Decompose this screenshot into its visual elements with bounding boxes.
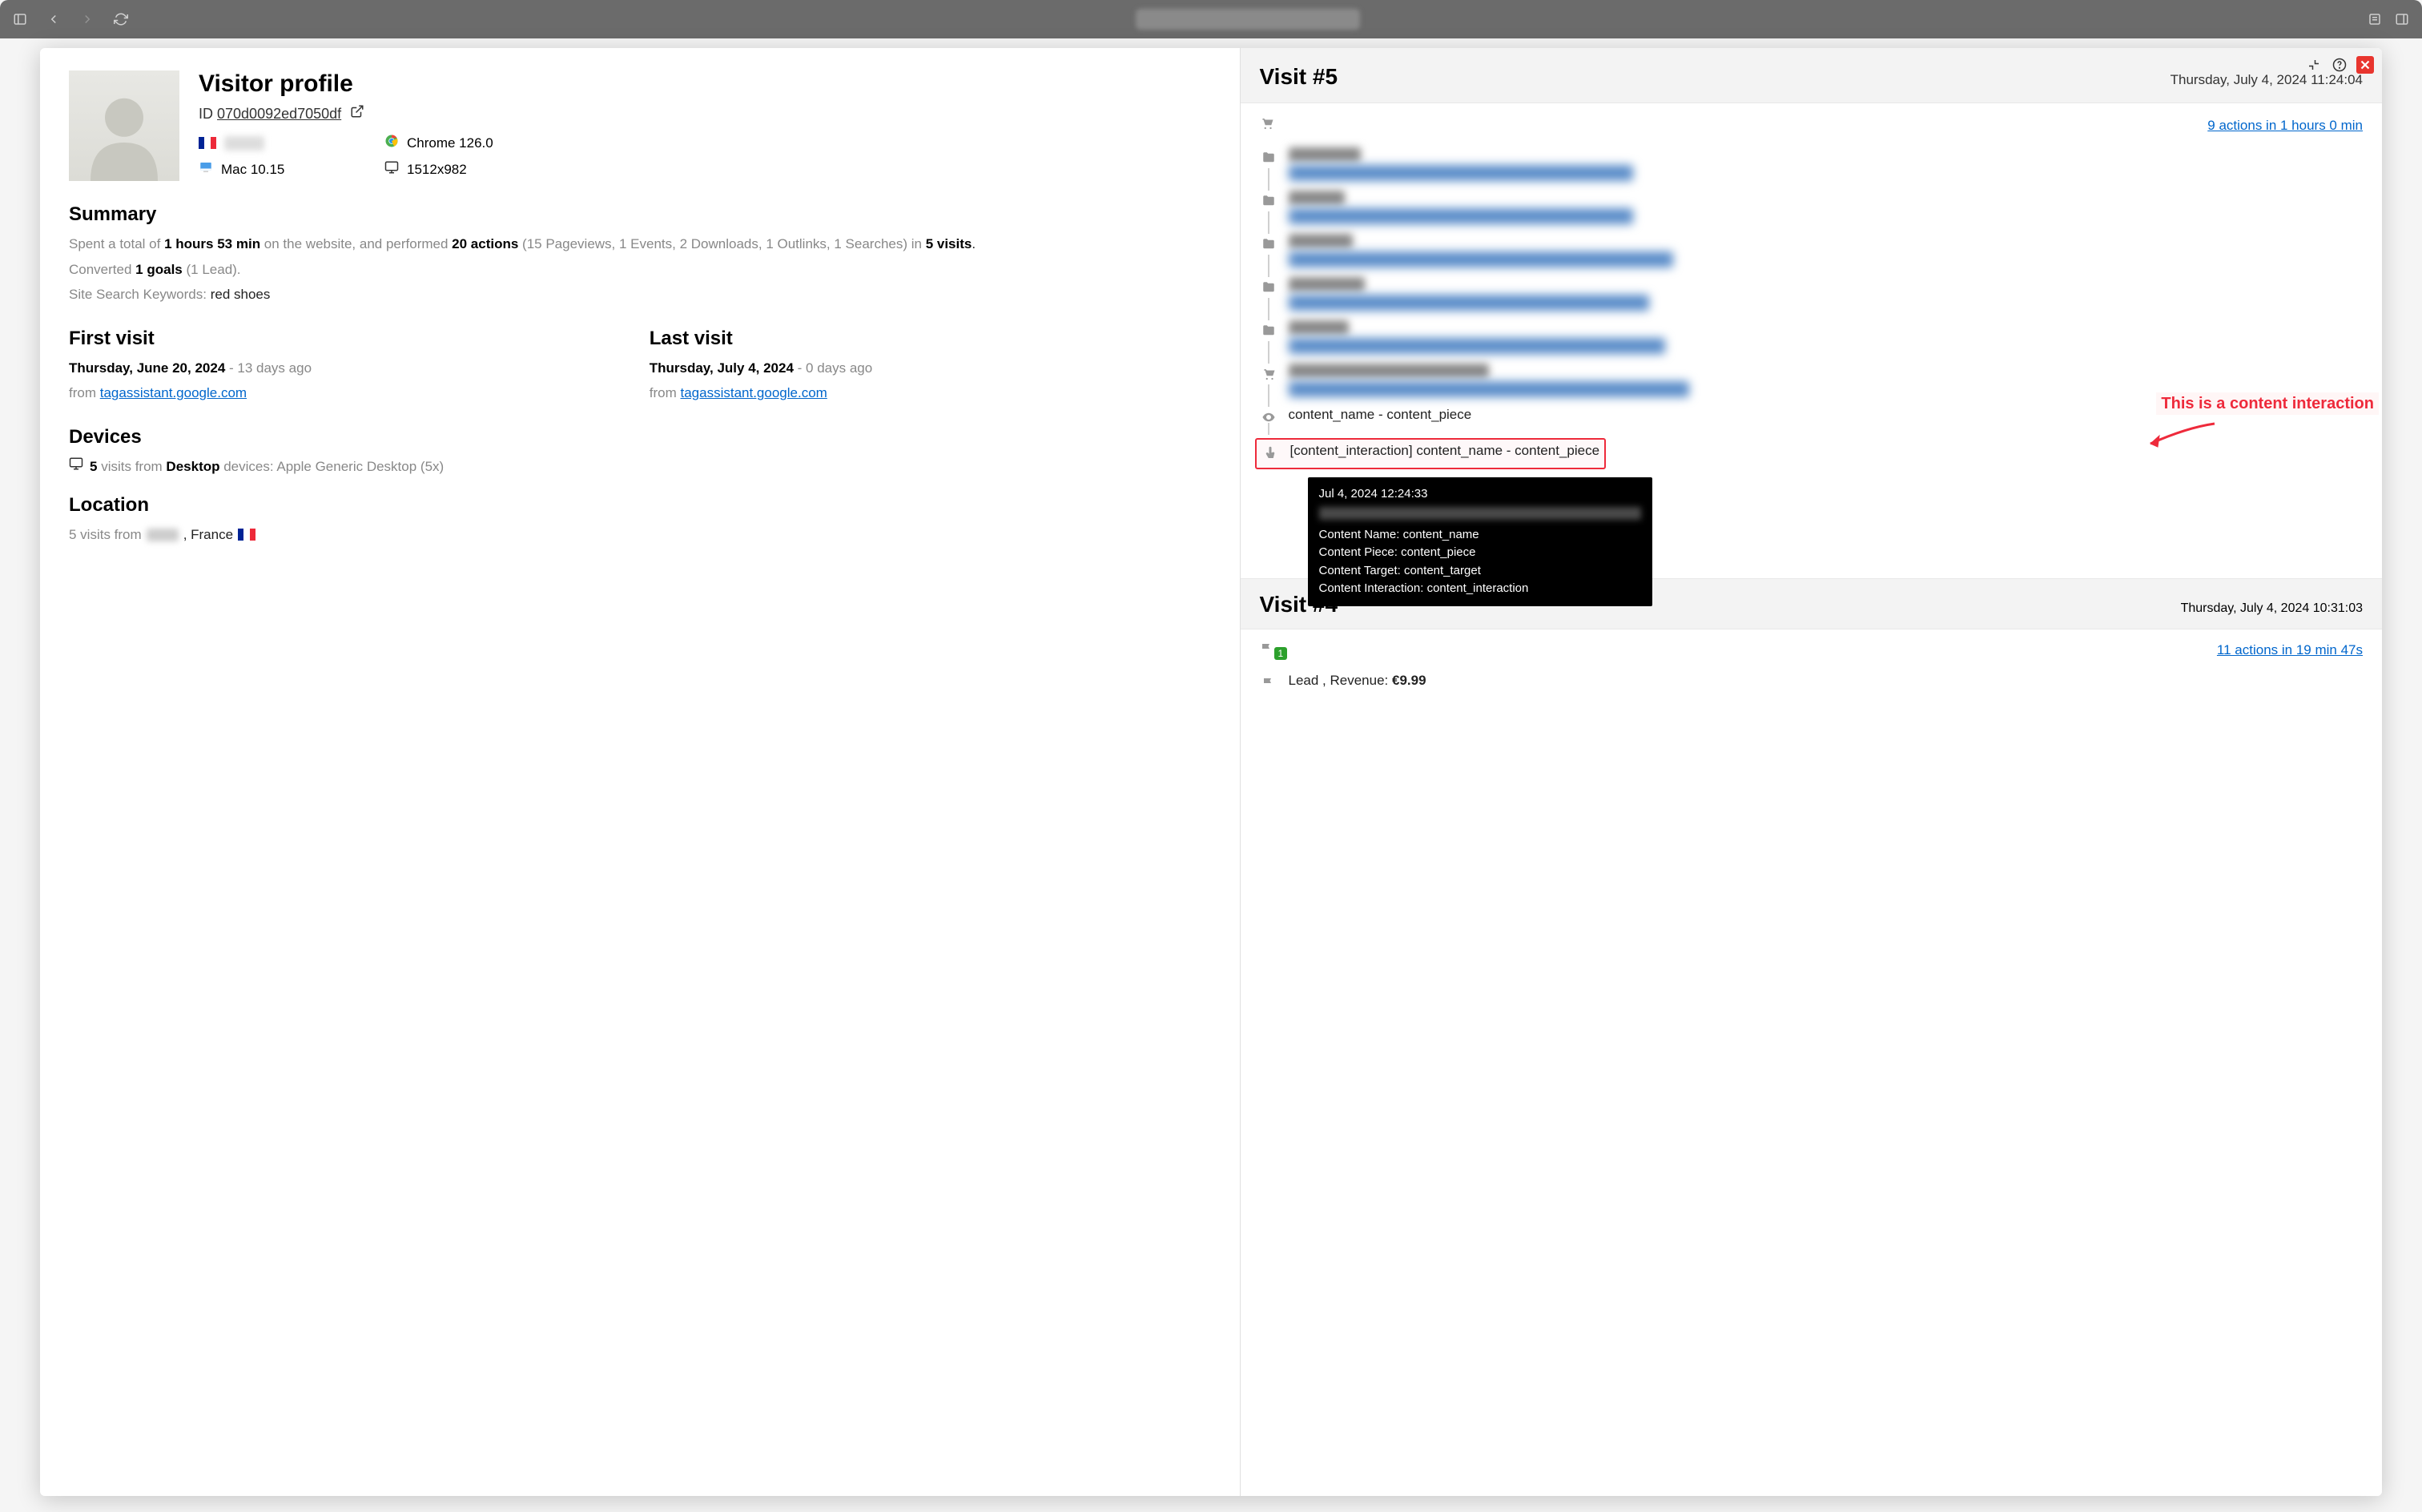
chrome-icon (384, 134, 399, 152)
goal-badge: 1 (1274, 647, 1288, 660)
visitor-id: ID 070d0092ed7050df (199, 104, 561, 123)
annotation-label: This is a content interaction (2156, 392, 2379, 415)
first-visit-referrer-link[interactable]: tagassistant.google.com (100, 385, 247, 400)
visit-4-actions-link[interactable]: 11 actions in 19 min 47s (2217, 642, 2363, 658)
last-visit-section: Last visit Thursday, July 4, 2024 - 0 da… (650, 310, 1211, 408)
action-row[interactable] (1260, 186, 2364, 229)
action-row[interactable] (1260, 272, 2364, 316)
flag-icon (1261, 676, 1276, 694)
avatar (69, 70, 179, 181)
external-link-icon[interactable] (350, 106, 364, 122)
folder-icon (1261, 324, 1276, 354)
share-icon[interactable] (2368, 12, 2382, 26)
help-icon[interactable] (2331, 56, 2348, 74)
profile-left-panel: Visitor profile ID 070d0092ed7050df (40, 48, 1241, 1496)
location-section: Location 5 visits from , France (69, 494, 1211, 545)
country-meta (199, 134, 375, 152)
visit-log-panel: Visit #5 Thursday, July 4, 2024 11:24:04… (1241, 48, 2383, 1496)
first-visit-section: First visit Thursday, June 20, 2024 - 13… (69, 310, 630, 408)
goal-row[interactable]: Lead , Revenue: €9.99 (1260, 668, 2364, 699)
visit-4-date: Thursday, July 4, 2024 10:31:03 (2181, 601, 2363, 616)
tooltip: Jul 4, 2024 12:24:33 Content Name: conte… (1308, 477, 1652, 606)
monitor-icon (384, 160, 399, 179)
back-icon[interactable] (46, 12, 61, 26)
cart-icon (1260, 116, 1274, 135)
os-meta: Mac 10.15 (199, 160, 375, 179)
cart-icon (1261, 367, 1276, 397)
last-visit-referrer-link[interactable]: tagassistant.google.com (680, 385, 827, 400)
tabs-icon[interactable] (2395, 12, 2409, 26)
content-interaction-row[interactable]: [content_interaction] content_name - con… (1260, 433, 2364, 474)
summary-heading: Summary (69, 203, 1211, 226)
visitor-id-link[interactable]: 070d0092ed7050df (217, 106, 341, 122)
url-bar[interactable] (147, 9, 2348, 30)
summary-section: Summary Spent a total of 1 hours 53 min … (69, 203, 1211, 305)
devices-section: Devices 5 visits from Desktop devices: A… (69, 426, 1211, 477)
resolution-meta: 1512x982 (384, 160, 561, 179)
flag-icon (1260, 641, 1274, 660)
browser-toolbar (0, 0, 2422, 38)
visit-5-title: Visit #5 (1260, 64, 1338, 90)
folder-icon (1261, 151, 1276, 181)
visitor-profile-modal: Visitor profile ID 070d0092ed7050df (40, 48, 2382, 1496)
tap-icon (1263, 446, 1277, 464)
minimize-icon[interactable] (2305, 56, 2323, 74)
flag-france-icon (199, 137, 216, 149)
actions-summary-link[interactable]: 9 actions in 1 hours 0 min (2207, 118, 2363, 134)
page-title: Visitor profile (199, 70, 561, 98)
sidebar-toggle-icon[interactable] (13, 12, 27, 26)
folder-icon (1261, 194, 1276, 224)
eye-icon (1261, 410, 1276, 428)
forward-icon (80, 12, 95, 26)
folder-icon (1261, 237, 1276, 267)
visit-5-header: Visit #5 Thursday, July 4, 2024 11:24:04 (1241, 48, 2383, 103)
folder-icon (1261, 280, 1276, 311)
monitor-icon (69, 456, 83, 477)
action-row[interactable] (1260, 316, 2364, 359)
action-row[interactable] (1260, 143, 2364, 186)
reload-icon[interactable] (114, 12, 128, 26)
action-row[interactable] (1260, 229, 2364, 272)
flag-france-icon (238, 529, 255, 541)
action-list: content_name - content_piece This is a c… (1260, 143, 2364, 474)
mac-icon (199, 160, 213, 179)
close-icon[interactable] (2356, 56, 2374, 74)
browser-meta: Chrome 126.0 (384, 134, 561, 152)
content-view-row[interactable]: content_name - content_piece This is a c… (1260, 402, 2364, 433)
visit-5-date: Thursday, July 4, 2024 11:24:04 (2171, 72, 2363, 88)
